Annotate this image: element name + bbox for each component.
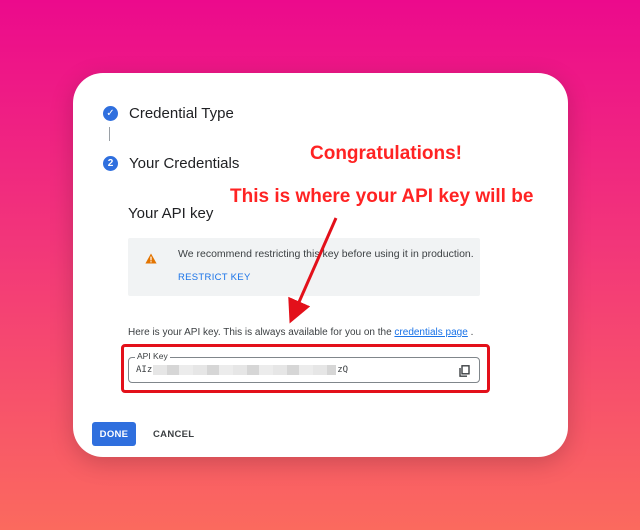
annotation-arrow [288, 217, 338, 324]
